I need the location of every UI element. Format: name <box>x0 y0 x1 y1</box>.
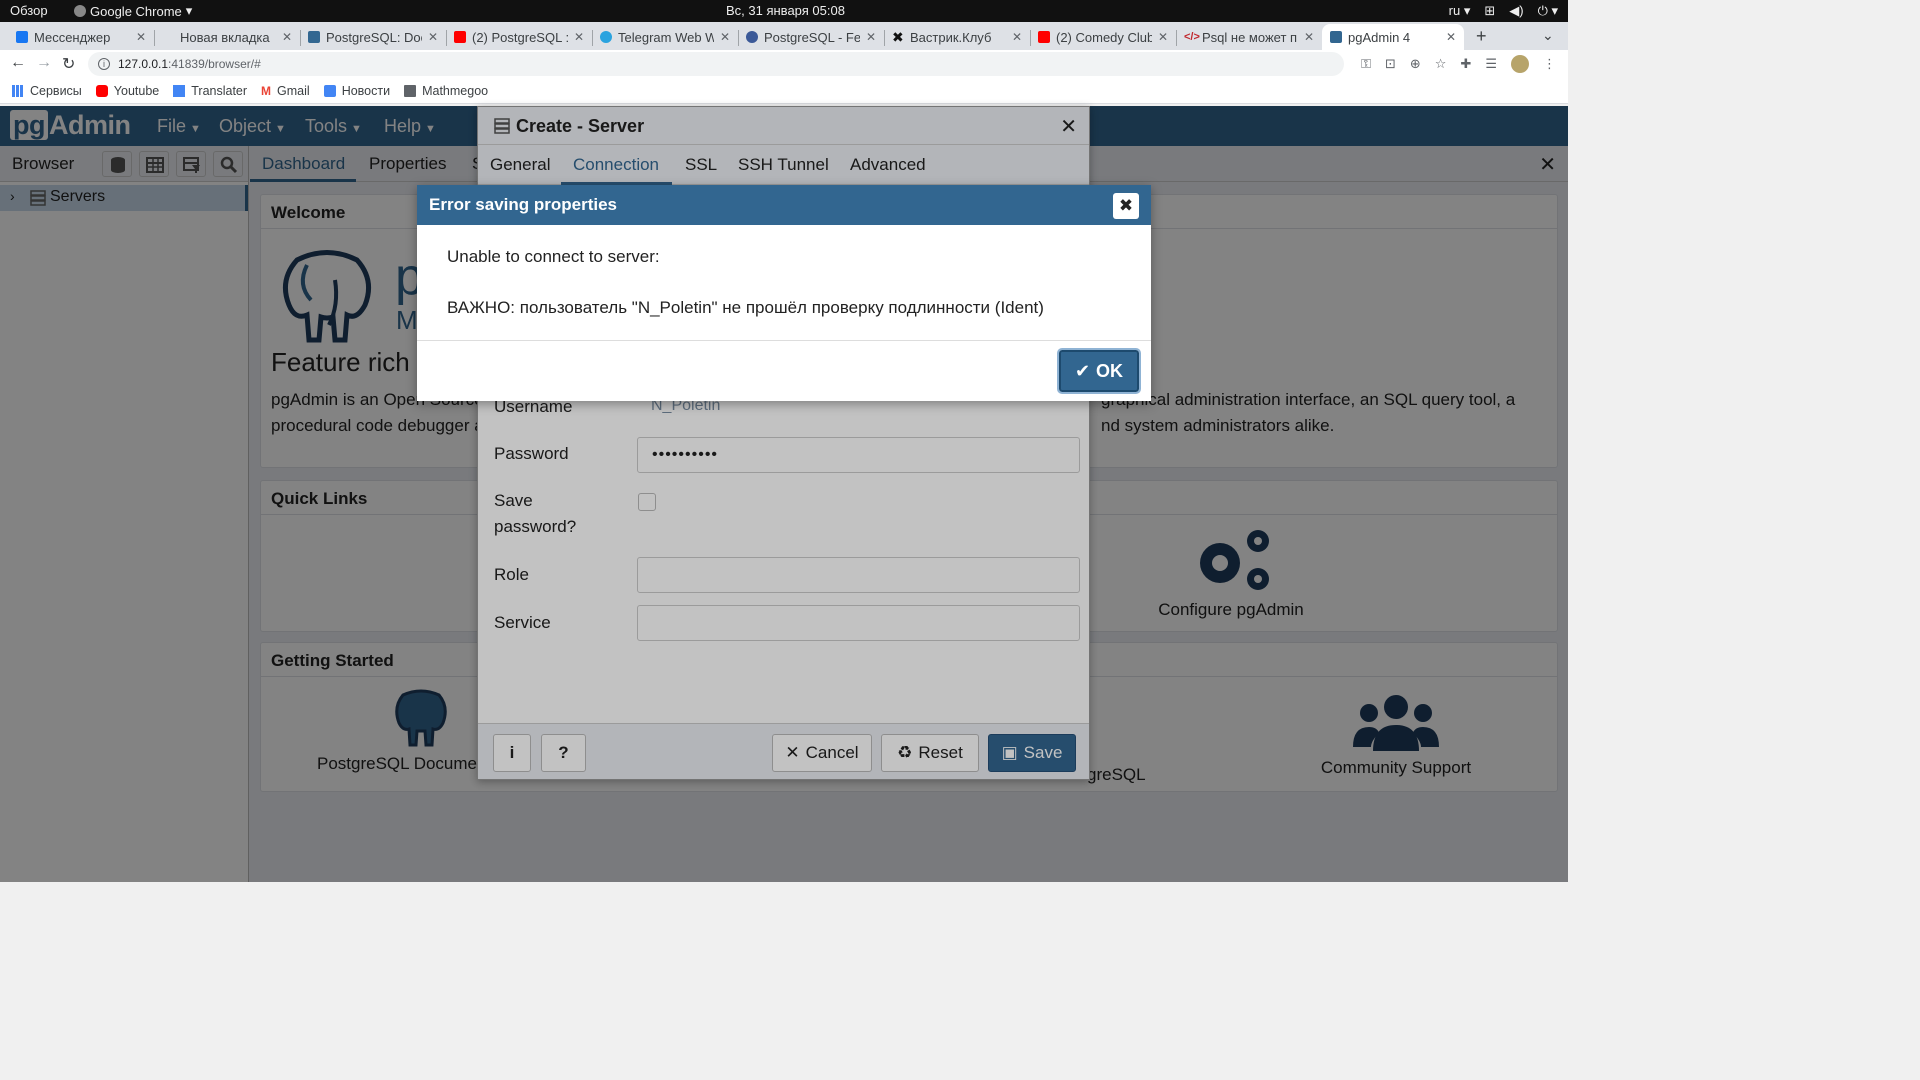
close-icon[interactable]: ✕ <box>1158 30 1168 44</box>
chrome-tab-strip: Мессенджер ✕ Новая вкладка ✕ PostgreSQL: D… <box>0 22 1568 50</box>
translate-icon <box>173 84 186 97</box>
divider <box>417 340 1151 341</box>
reading-list-icon[interactable]: ☰ <box>1485 56 1497 72</box>
close-icon[interactable]: ✕ <box>1012 30 1022 44</box>
power-icon: ⏻ ▾ <box>1537 3 1558 18</box>
vastrik-favicon-icon: ✖ <box>892 29 904 45</box>
newtab-favicon-icon <box>162 31 174 43</box>
network-icon: ⊞ <box>1484 3 1496 18</box>
messenger-favicon-icon <box>16 31 28 43</box>
profile-avatar[interactable] <box>1511 55 1529 73</box>
check-icon: ✔ <box>1074 360 1091 381</box>
browser-tab[interactable]: Telegram Web W ✕ <box>592 24 738 50</box>
fedora-favicon-icon <box>746 31 758 43</box>
address-bar[interactable]: i 127.0.0.1:41839/browser/# <box>88 52 1344 76</box>
activities-button[interactable]: Обзор <box>10 3 48 18</box>
youtube-icon <box>95 84 108 97</box>
browser-tab[interactable]: Новая вкладка ✕ <box>154 24 300 50</box>
url-host: 127.0.0.1 <box>118 57 169 71</box>
chrome-icon <box>74 5 86 17</box>
bookmark-item[interactable]: Youtube <box>95 84 159 98</box>
error-message-line1: Unable to connect to server: <box>447 247 660 266</box>
bookmark-item[interactable]: M Gmail <box>261 84 310 98</box>
system-tray[interactable]: ru ▾ ⊞ ◀) ⏻ ▾ <box>1449 3 1558 19</box>
postgresql-favicon-icon <box>308 31 320 43</box>
chrome-toolbar: ← → ↻ i 127.0.0.1:41839/browser/# ⚿ ⊡ ⊕ … <box>0 50 1568 78</box>
translate-icon[interactable]: ⊡ <box>1385 56 1396 72</box>
youtube-favicon-icon <box>454 31 466 43</box>
youtube-favicon-icon <box>1038 31 1050 43</box>
bookmark-item[interactable]: Mathmegoo <box>404 84 488 98</box>
browser-tab[interactable]: PostgreSQL: Doc ✕ <box>300 24 446 50</box>
error-title: Error saving properties <box>429 195 618 214</box>
browser-tab[interactable]: PostgreSQL - Fed ✕ <box>738 24 884 50</box>
tab-search-chevron-icon[interactable]: ⌄ <box>1542 27 1554 44</box>
app-menu[interactable]: Google Chrome ▾ <box>74 3 192 19</box>
code-favicon-icon: </> <box>1184 31 1200 43</box>
telegram-favicon-icon <box>600 31 612 43</box>
close-icon[interactable]: ✕ <box>136 30 146 44</box>
clock[interactable]: Вс, 31 января 05:08 <box>726 3 845 18</box>
browser-tab[interactable]: ✖ Вастрик.Клуб ✕ <box>884 24 1030 50</box>
browser-tab[interactable]: (2) Comedy Club ✕ <box>1030 24 1176 50</box>
close-icon[interactable]: ✕ <box>428 30 438 44</box>
gmail-icon: M <box>261 83 272 98</box>
new-tab-button[interactable]: + <box>1476 26 1487 47</box>
site-info-icon[interactable]: i <box>98 58 110 70</box>
forward-arrow-icon[interactable]: → <box>36 54 52 72</box>
bookmarks-bar: Сервисы Youtube Translater M Gmail Новост… <box>0 78 1568 104</box>
reload-icon[interactable]: ↻ <box>62 54 75 74</box>
app-name: Google Chrome <box>90 3 182 19</box>
error-message-line2: ВАЖНО: пользователь "N_Poletin" не прошё… <box>447 298 1044 317</box>
apps-grid-icon <box>12 84 24 97</box>
browser-tab[interactable]: Мессенджер ✕ <box>8 24 154 50</box>
back-arrow-icon[interactable]: ← <box>10 54 26 72</box>
browser-tab-active[interactable]: pgAdmin 4 ✕ <box>1322 24 1464 50</box>
volume-icon: ◀) <box>1509 3 1524 18</box>
bookmark-item[interactable]: Translater <box>173 84 247 98</box>
gnome-top-bar: Обзор Google Chrome ▾ Вс, 31 января 05:08… <box>0 0 1568 22</box>
news-icon <box>323 84 336 97</box>
language-indicator[interactable]: ru ▾ <box>1449 3 1471 19</box>
zoom-icon[interactable]: ⊕ <box>1410 56 1421 72</box>
error-dialog: Error saving properties ✖ Unable to conn… <box>417 185 1151 401</box>
ok-button[interactable]: ✔ OK <box>1057 348 1141 394</box>
kebab-menu-icon[interactable]: ⋮ <box>1543 56 1556 72</box>
close-icon[interactable]: ✕ <box>1304 30 1314 44</box>
close-icon[interactable]: ✕ <box>574 30 584 44</box>
close-icon[interactable]: ✕ <box>1446 30 1456 44</box>
browser-tab[interactable]: </> Psql не может п ✕ <box>1176 24 1322 50</box>
browser-tab[interactable]: (2) PostgreSQL : ✕ <box>446 24 592 50</box>
folder-icon <box>404 84 417 97</box>
error-dialog-header: Error saving properties ✖ <box>417 185 1151 225</box>
star-icon[interactable]: ☆ <box>1435 56 1447 72</box>
bookmark-item[interactable]: Новости <box>323 84 390 98</box>
caret-down-icon: ▾ <box>185 3 193 18</box>
close-icon[interactable]: ✕ <box>720 30 730 44</box>
key-icon[interactable]: ⚿ <box>1361 56 1371 72</box>
close-icon[interactable]: ✖ <box>1113 193 1139 219</box>
extensions-icon[interactable]: ✚ <box>1460 56 1471 72</box>
toolbar-icons: ⚿ ⊡ ⊕ ☆ ✚ ☰ ⋮ <box>1361 55 1556 73</box>
url-path: :41839/browser/# <box>168 57 261 71</box>
pgadmin-favicon-icon <box>1330 31 1342 43</box>
bookmark-item[interactable]: Сервисы <box>12 84 82 98</box>
close-icon[interactable]: ✕ <box>866 30 876 44</box>
close-icon[interactable]: ✕ <box>282 30 292 44</box>
